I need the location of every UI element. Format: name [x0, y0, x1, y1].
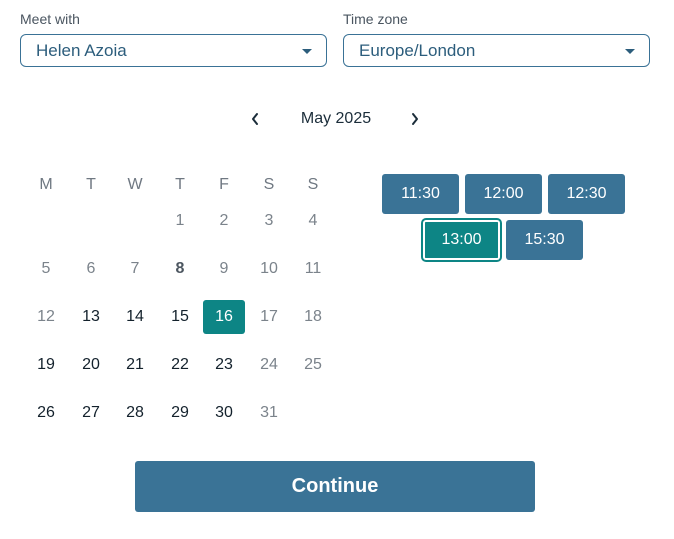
next-month-button[interactable] — [404, 108, 426, 130]
meet-with-select[interactable]: Helen Azoia — [20, 34, 327, 67]
calendar-day-15[interactable]: 15 — [159, 300, 201, 334]
calendar-day-20[interactable]: 20 — [70, 348, 112, 382]
time-slot-button[interactable]: 12:30 — [548, 174, 625, 214]
month-label: May 2025 — [300, 110, 372, 127]
calendar-day-29[interactable]: 29 — [159, 396, 201, 430]
calendar-day-2: 2 — [219, 212, 229, 229]
calendar-day-24: 24 — [260, 356, 278, 373]
calendar-day-28[interactable]: 28 — [114, 396, 156, 430]
caret-down-icon — [302, 49, 312, 54]
weekday-header: S — [307, 176, 319, 193]
calendar-day-31: 31 — [260, 404, 278, 421]
calendar-day-25: 25 — [304, 356, 322, 373]
calendar-day-16[interactable]: 16 — [203, 300, 245, 334]
calendar-day-17: 17 — [260, 308, 278, 325]
calendar-day-11: 11 — [304, 260, 322, 277]
calendar-day-3: 3 — [264, 212, 274, 229]
calendar-day-12: 12 — [37, 308, 55, 325]
calendar-day-10: 10 — [260, 260, 278, 277]
caret-down-icon — [625, 49, 635, 54]
calendar-day-9: 9 — [219, 260, 229, 277]
calendar-day-6: 6 — [86, 260, 96, 277]
calendar-day-13[interactable]: 13 — [70, 300, 112, 334]
month-navigation: May 2025 — [240, 108, 435, 132]
continue-button[interactable]: Continue — [135, 461, 535, 512]
weekday-header: M — [39, 176, 53, 193]
calendar-day-30[interactable]: 30 — [203, 396, 245, 430]
meet-with-value: Helen Azoia — [36, 41, 127, 60]
meet-with-label: Meet with — [20, 11, 80, 27]
calendar-day-14[interactable]: 14 — [114, 300, 156, 334]
chevron-left-icon — [252, 113, 258, 125]
time-zone-select[interactable]: Europe/London — [343, 34, 650, 67]
calendar-day-7: 7 — [130, 260, 140, 277]
time-zone-label: Time zone — [343, 11, 408, 27]
calendar-day-22[interactable]: 22 — [159, 348, 201, 382]
calendar-day-27[interactable]: 27 — [70, 396, 112, 430]
chevron-right-icon — [412, 113, 418, 125]
time-slot-button[interactable]: 13:00 — [423, 220, 500, 260]
calendar-day-5: 5 — [41, 260, 51, 277]
time-slot-button[interactable]: 15:30 — [506, 220, 583, 260]
previous-month-button[interactable] — [244, 108, 266, 130]
calendar-day-21[interactable]: 21 — [114, 348, 156, 382]
calendar-day-26[interactable]: 26 — [25, 396, 67, 430]
calendar-day-23[interactable]: 23 — [203, 348, 245, 382]
calendar-day-19[interactable]: 19 — [25, 348, 67, 382]
time-zone-value: Europe/London — [359, 41, 476, 60]
weekday-header: S — [263, 176, 275, 193]
weekday-header: T — [175, 176, 185, 193]
calendar-day-4: 4 — [308, 212, 318, 229]
time-slot-button[interactable]: 11:30 — [382, 174, 459, 214]
weekday-header: W — [127, 176, 143, 193]
calendar-day-1: 1 — [175, 212, 185, 229]
weekday-header: T — [86, 176, 96, 193]
calendar-day-8: 8 — [175, 260, 185, 277]
weekday-header: F — [219, 176, 229, 193]
calendar-day-18: 18 — [304, 308, 322, 325]
time-slot-button[interactable]: 12:00 — [465, 174, 542, 214]
